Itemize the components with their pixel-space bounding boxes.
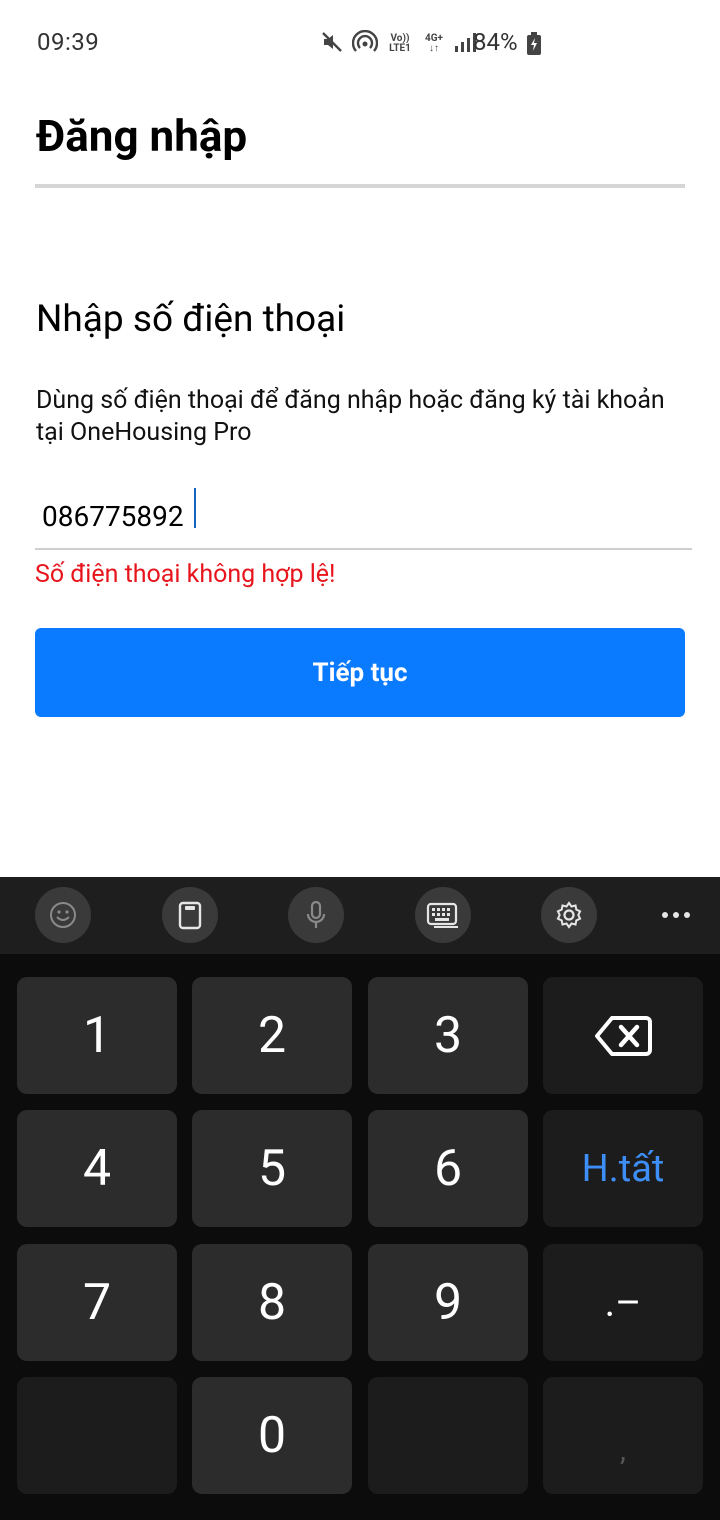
status-icons: Vo)) LTE1 4G+ ↓↑: [320, 29, 476, 58]
more-icon[interactable]: [656, 895, 696, 935]
text-cursor: [194, 488, 196, 528]
clipboard-icon[interactable]: [162, 887, 218, 943]
empty-key-left: [17, 1377, 177, 1494]
keyboard-toolbar: [0, 877, 720, 954]
section-title: Nhập số điện thoại: [36, 298, 346, 341]
hotspot-icon: [351, 29, 379, 58]
key-5[interactable]: 5: [192, 1110, 352, 1227]
done-key[interactable]: H.tất: [543, 1110, 703, 1227]
network-type-icon: 4G+ ↓↑: [424, 33, 443, 54]
key-8[interactable]: 8: [192, 1244, 352, 1361]
key-1[interactable]: 1: [17, 977, 177, 1094]
title-divider: [35, 184, 685, 188]
key-7[interactable]: 7: [17, 1244, 177, 1361]
numeric-keyboard: 1 2 3 4 5 6 H.tất 7 8 9 .– 0 ,: [0, 877, 720, 1520]
dot-dash-key[interactable]: .–: [543, 1244, 703, 1361]
key-0[interactable]: 0: [192, 1377, 352, 1494]
key-4[interactable]: 4: [17, 1110, 177, 1227]
battery-percent: 84%: [473, 28, 518, 56]
comma-key-label: ,: [620, 1433, 626, 1468]
emoji-icon[interactable]: [35, 887, 91, 943]
page-title: Đăng nhập: [36, 110, 248, 162]
battery-charging-icon: [526, 32, 542, 60]
status-bar: 09:39 Vo)) LTE1 4G+ ↓↑ 84%: [0, 0, 720, 86]
key-9[interactable]: 9: [368, 1244, 528, 1361]
continue-button-label: Tiếp tục: [312, 657, 408, 688]
phone-input[interactable]: [35, 484, 692, 550]
mic-icon[interactable]: [288, 887, 344, 943]
key-3[interactable]: 3: [368, 977, 528, 1094]
error-message: Số điện thoại không hợp lệ!: [35, 560, 336, 589]
key-6[interactable]: 6: [368, 1110, 528, 1227]
volte-icon: Vo)) LTE1: [389, 33, 411, 54]
empty-key-right: [368, 1377, 528, 1494]
backspace-icon: [595, 1015, 652, 1056]
comma-key[interactable]: ,: [543, 1377, 703, 1494]
continue-button[interactable]: Tiếp tục: [35, 628, 685, 717]
key-2[interactable]: 2: [192, 977, 352, 1094]
mute-icon: [320, 30, 344, 58]
backspace-key[interactable]: [543, 977, 703, 1094]
description-text: Dùng số điện thoại để đăng nhập hoặc đăn…: [36, 386, 665, 447]
settings-icon[interactable]: [541, 887, 597, 943]
keyboard-icon[interactable]: [415, 887, 471, 943]
status-time: 09:39: [37, 28, 100, 56]
